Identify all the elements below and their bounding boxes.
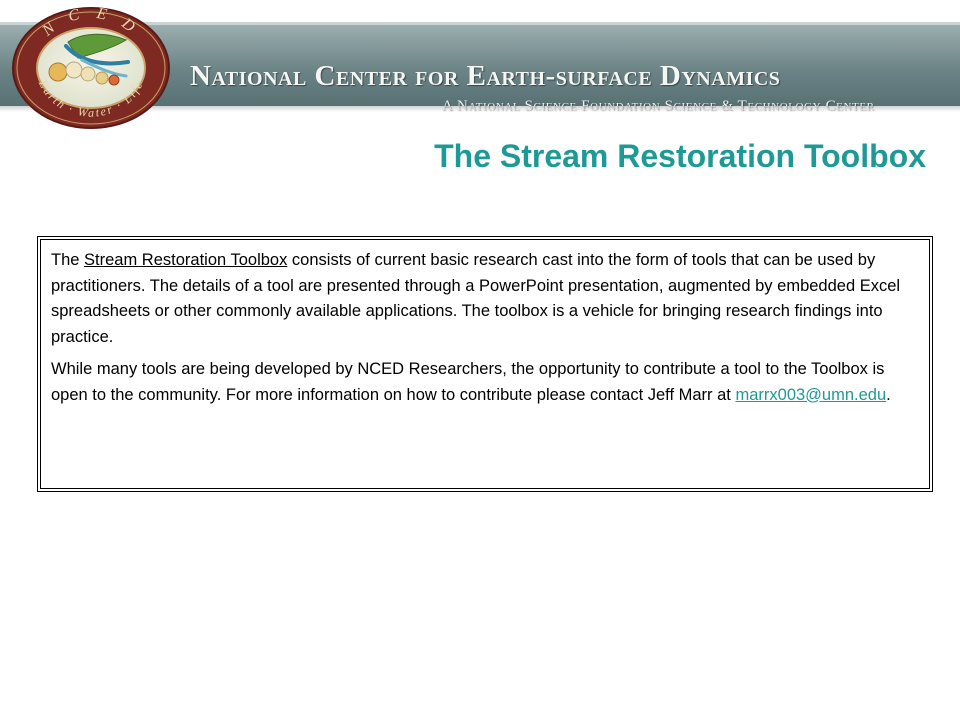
intro-text-prefix: The [51, 251, 85, 269]
email-link[interactable]: marrx003@umn.edu [735, 386, 886, 404]
contact-paragraph: While many tools are being developed by … [51, 357, 919, 408]
page-title: The Stream Restoration Toolbox [434, 138, 926, 174]
nced-logo[interactable]: N C E D Earth · Water · Life [8, 2, 174, 130]
toolbox-link[interactable]: Stream Restoration Toolbox [84, 251, 287, 269]
organization-subtitle: A National Science Foundation Science & … [442, 98, 875, 114]
intro-paragraph: The Stream Restoration Toolbox consists … [51, 248, 919, 350]
organization-title: National Center for Earth-surface Dynami… [190, 60, 781, 92]
content-panel: The Stream Restoration Toolbox consists … [37, 236, 933, 492]
contact-text-end: . [886, 385, 891, 404]
